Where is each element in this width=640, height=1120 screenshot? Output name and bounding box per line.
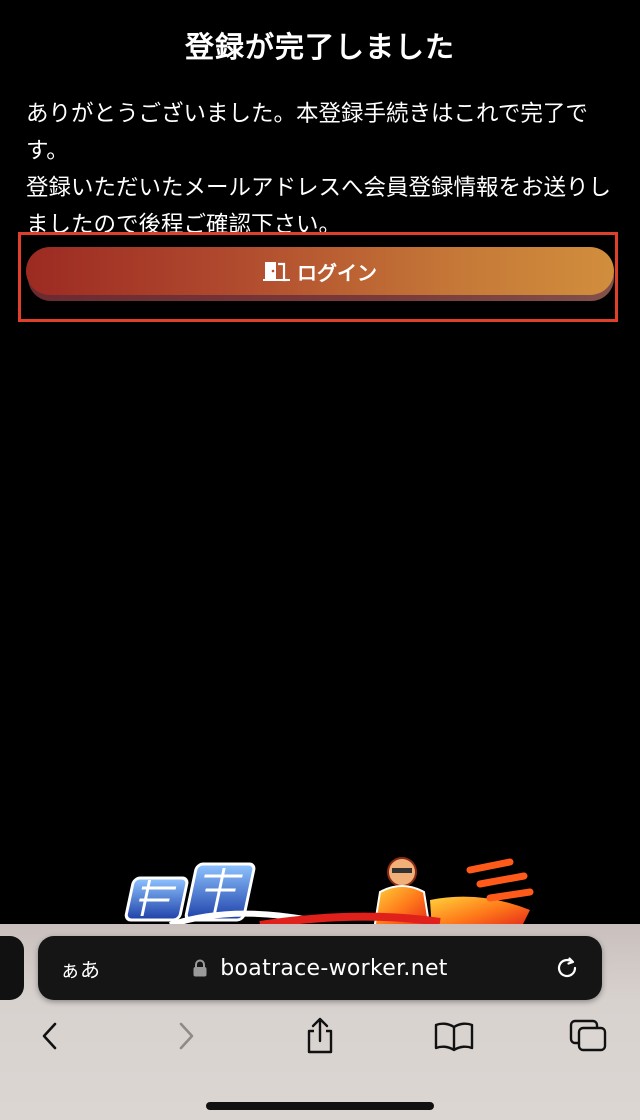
page-title: 登録が完了しました (184, 30, 455, 64)
home-indicator (206, 1102, 434, 1110)
site-logo (110, 850, 550, 930)
url-text: boatrace-worker.net (220, 955, 448, 981)
login-button-wrapper: ログイン (26, 247, 614, 303)
share-icon (307, 1017, 333, 1054)
login-label: ログイン (297, 260, 377, 285)
tabs-button[interactable] (568, 1016, 608, 1056)
back-button[interactable] (30, 1016, 70, 1056)
bookmarks-button[interactable] (434, 1016, 474, 1056)
chevron-left-icon (42, 1022, 57, 1050)
reload-icon[interactable] (554, 955, 580, 981)
url-display: boatrace-worker.net (38, 956, 602, 981)
door-exit-icon (263, 262, 290, 282)
page: 登録が完了しました ありがとうございました。本登録手続きはこれで完了です。 登録… (0, 0, 640, 1120)
completion-message: ありがとうございました。本登録手続きはこれで完了です。 登録いただいたメールアド… (26, 96, 618, 244)
address-bar[interactable]: ぁあ boatrace-worker.net (38, 936, 602, 1000)
chevron-right-icon (179, 1022, 194, 1050)
lock-icon (193, 959, 207, 977)
previous-tab-preview[interactable] (0, 936, 24, 1000)
share-button[interactable] (300, 1016, 340, 1056)
login-button[interactable]: ログイン (26, 247, 614, 295)
browser-toolbar (0, 1016, 640, 1060)
book-icon (434, 1022, 474, 1052)
boatrace-logo-image (124, 857, 534, 930)
message-line-1: ありがとうございました。本登録手続きはこれで完了です。 (26, 101, 588, 164)
safari-browser-bar: ぁあ boatrace-worker.net (0, 924, 640, 1120)
tabs-icon (569, 1019, 607, 1052)
forward-button[interactable] (166, 1016, 206, 1056)
